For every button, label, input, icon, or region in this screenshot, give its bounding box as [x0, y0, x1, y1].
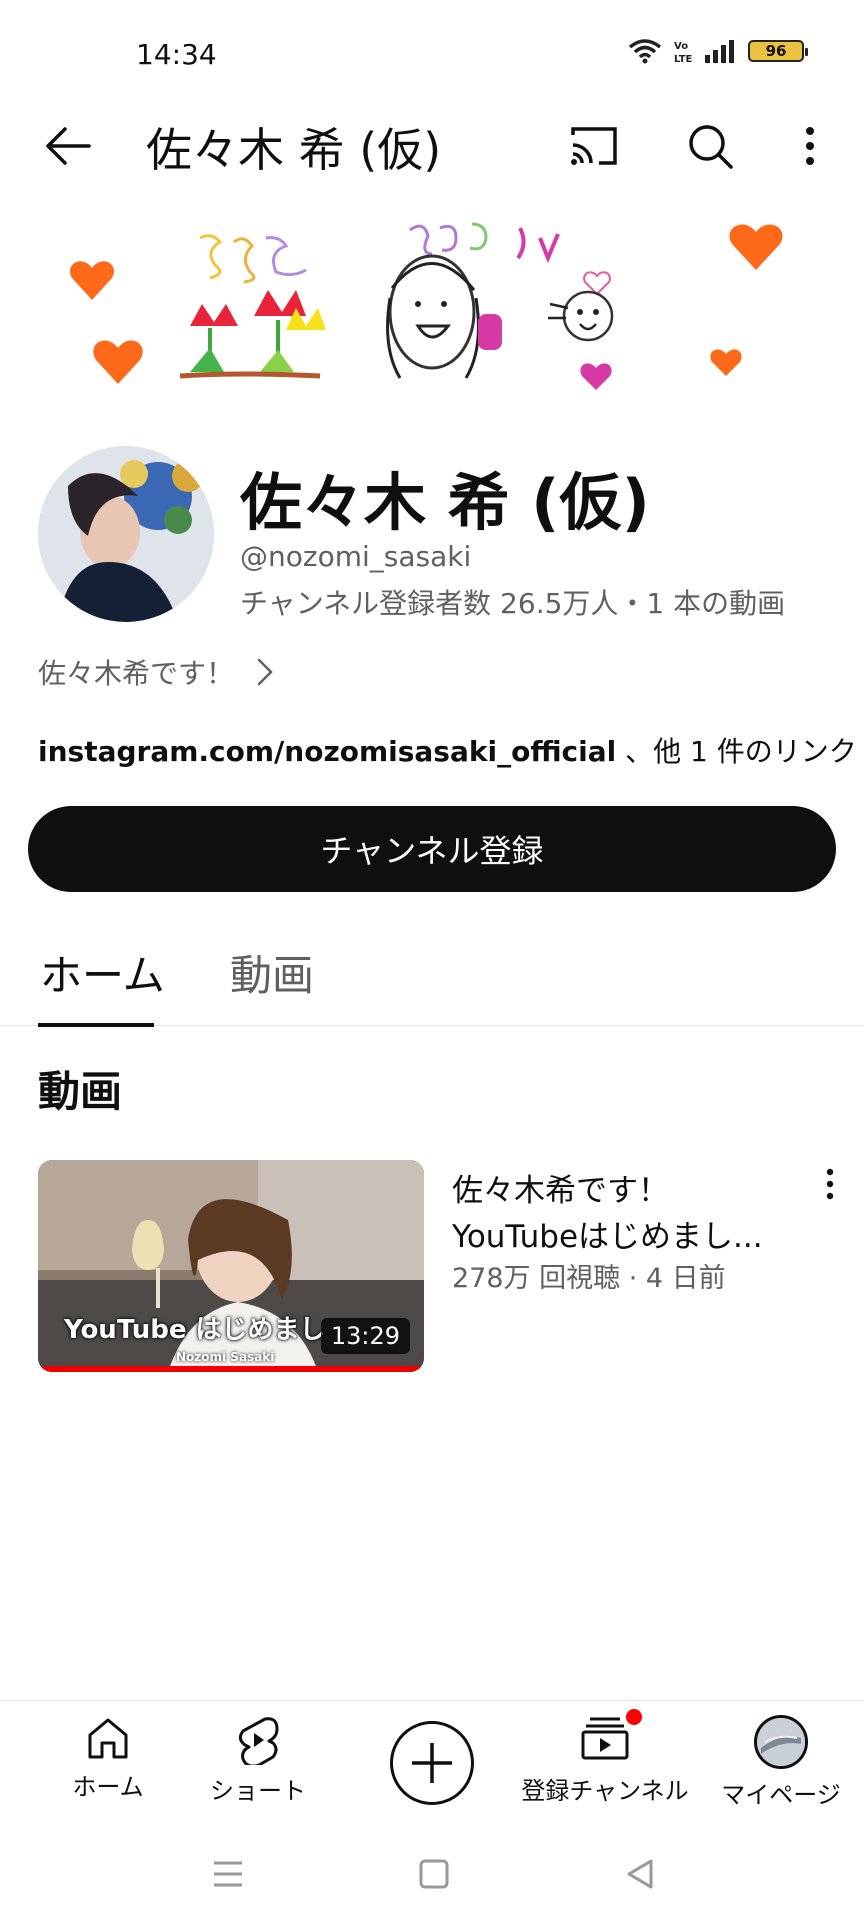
svg-text:Vo: Vo [674, 41, 688, 52]
heart-shape [729, 224, 783, 270]
nav-my-page-label: マイページ [721, 1781, 841, 1809]
subscribe-button[interactable]: チャンネル登録 [28, 806, 836, 892]
app-bar: 佐々木 希 (仮) [0, 100, 864, 190]
channel-stats: チャンネル登録者数 26.5万人・1 本の動画 [240, 587, 786, 620]
battery-level: 96 [765, 42, 787, 60]
status-bar: 14:34 Vo LTE 96 [0, 0, 864, 100]
triangle-back-icon [627, 1859, 653, 1889]
more-vert-icon [806, 127, 814, 165]
heart-shape [93, 340, 143, 384]
watch-progress-bar [38, 1366, 424, 1372]
svg-text:LTE: LTE [674, 54, 693, 64]
nav-home-label: ホーム [72, 1773, 144, 1801]
user-avatar-image [757, 1718, 805, 1766]
channel-avatar[interactable] [38, 446, 214, 622]
avatar-image [38, 446, 214, 622]
heart-shape [710, 349, 742, 376]
plus-icon [412, 1743, 452, 1783]
nav-shorts-label: ショート [210, 1777, 306, 1805]
battery-icon: 96 [748, 40, 808, 62]
user-avatar [754, 1715, 808, 1769]
create-button[interactable] [390, 1721, 474, 1805]
tab-videos[interactable]: 動画 [230, 942, 314, 1003]
cast-button[interactable] [566, 118, 622, 174]
channel-description-text: 佐々木希です！ [38, 657, 235, 690]
square-icon [419, 1859, 449, 1889]
back-button[interactable] [40, 118, 96, 174]
nav-shorts[interactable]: ショート [198, 1715, 318, 1806]
heart-shape [583, 271, 611, 296]
channel-description[interactable]: 佐々木希です！ [38, 652, 274, 692]
status-time: 14:34 [136, 38, 217, 71]
cast-icon [571, 127, 617, 165]
channel-banner [40, 208, 824, 414]
notification-dot [626, 1709, 642, 1725]
nav-my-page[interactable]: マイページ [716, 1715, 846, 1810]
thumbnail-subcaption: Nozomi Sasaki [176, 1350, 275, 1364]
menu-icon [214, 1861, 242, 1887]
video-title[interactable]: 佐々木希です！ YouTubeはじめまし... [452, 1168, 792, 1260]
nav-subscriptions[interactable]: 登録チャンネル [520, 1709, 690, 1806]
nav-subscriptions-label: 登録チャンネル [521, 1777, 689, 1805]
channel-links[interactable]: instagram.com/nozomisasaki_official 、他 1… [38, 730, 857, 770]
shorts-icon [238, 1717, 279, 1765]
more-vert-icon [826, 1168, 834, 1200]
search-icon [689, 125, 733, 169]
channel-link-more[interactable]: 、他 1 件のリンク [616, 735, 857, 768]
system-back-button[interactable] [610, 1844, 670, 1904]
video-title-line2: YouTubeはじめまし... [452, 1219, 763, 1255]
home-icon [88, 1718, 128, 1759]
video-title-line1: 佐々木希です！ [452, 1173, 669, 1209]
channel-link-instagram[interactable]: instagram.com/nozomisasaki_official [38, 735, 616, 768]
tab-home[interactable]: ホーム [40, 942, 165, 1003]
heart-shape [70, 261, 114, 300]
status-icons: Vo LTE 96 [628, 38, 808, 64]
arrow-left-icon [46, 127, 91, 165]
section-title: 動画 [38, 1067, 123, 1116]
system-home-button[interactable] [404, 1844, 464, 1904]
chevron-right-icon [257, 658, 273, 686]
wifi-icon [628, 39, 662, 64]
nav-home[interactable]: ホーム [48, 1715, 168, 1802]
volte-icon: Vo LTE [674, 41, 693, 64]
video-meta: 278万 回視聴 · 4 日前 [452, 1263, 726, 1294]
thumbnail-caption: YouTube はじめまし [64, 1315, 326, 1345]
video-thumbnail[interactable]: YouTube はじめまし Nozomi Sasaki 13:29 [38, 1160, 424, 1372]
more-options-button[interactable] [782, 118, 838, 174]
channel-handle: @nozomi_sasaki [240, 540, 472, 573]
channel-tabs: ホーム 動画 [0, 930, 864, 1027]
search-button[interactable] [682, 118, 738, 174]
subscriptions-icon [581, 1717, 629, 1760]
system-menu-button[interactable] [198, 1844, 258, 1904]
bottom-navigation: ホーム ショート 登録チャンネル マイページ [0, 1700, 864, 1820]
signal-icon [705, 40, 734, 63]
page-title: 佐々木 希 (仮) [146, 123, 442, 177]
video-more-button[interactable] [812, 1162, 848, 1206]
banner-artwork [70, 222, 783, 390]
tab-selected-indicator [38, 1023, 154, 1027]
heart-shape [580, 363, 612, 390]
system-navigation-bar [0, 1830, 864, 1920]
channel-name: 佐々木 希 (仮) [240, 466, 650, 539]
video-duration: 13:29 [320, 1318, 410, 1354]
